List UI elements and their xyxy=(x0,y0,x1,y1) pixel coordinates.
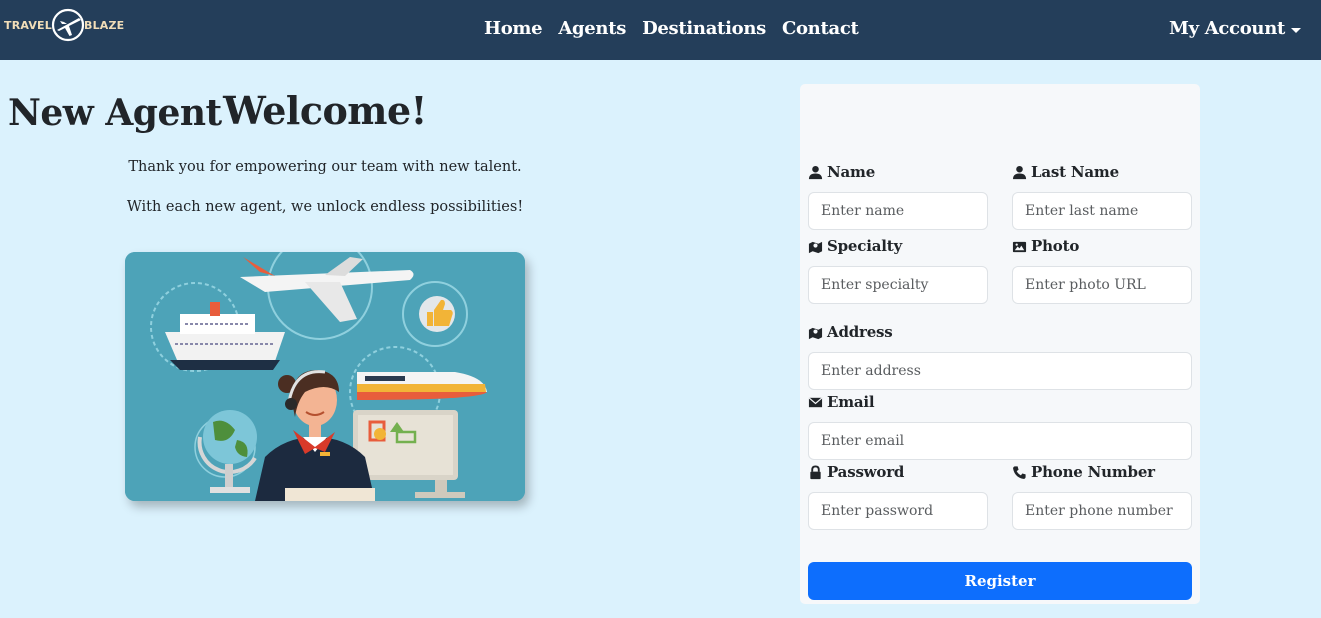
brand-left: TRAVEL xyxy=(4,18,52,32)
caret-down-icon xyxy=(1291,27,1301,33)
specialty-label: Specialty xyxy=(808,237,902,255)
email-label-text: Email xyxy=(827,393,875,411)
phone-label-text: Phone Number xyxy=(1031,463,1155,481)
my-account-label: My Account xyxy=(1168,18,1285,39)
brand-logo[interactable]: TRAVEL BLAZE xyxy=(4,6,136,44)
map-icon xyxy=(808,241,823,253)
envelope-icon xyxy=(808,396,823,407)
password-label-text: Password xyxy=(827,463,905,481)
welcome-line-1: Thank you for empowering our team with n… xyxy=(128,159,522,175)
map-icon xyxy=(808,327,823,339)
lock-icon xyxy=(810,464,821,479)
name-label: Name xyxy=(808,163,875,181)
name-input[interactable] xyxy=(808,192,988,230)
last-name-label-text: Last Name xyxy=(1031,163,1119,181)
my-account-dropdown[interactable]: My Account xyxy=(1169,14,1301,44)
person-icon xyxy=(808,165,823,179)
person-icon xyxy=(1012,165,1027,179)
register-button[interactable]: Register xyxy=(808,562,1192,600)
photo-label: Photo xyxy=(1012,237,1079,255)
phone-icon xyxy=(1013,465,1026,479)
address-label: Address xyxy=(808,323,893,341)
specialty-label-text: Specialty xyxy=(827,237,902,255)
main-nav: Home Agents Destinations Contact xyxy=(484,14,859,44)
brand-right: BLAZE xyxy=(83,18,125,32)
password-label: Password xyxy=(808,463,904,481)
email-label: Email xyxy=(808,393,875,411)
specialty-input[interactable] xyxy=(808,266,988,304)
phone-label: Phone Number xyxy=(1012,463,1155,481)
nav-home[interactable]: Home xyxy=(484,14,543,44)
nav-agents[interactable]: Agents xyxy=(558,14,626,44)
last-name-label: Last Name xyxy=(1012,163,1119,181)
name-label-text: Name xyxy=(827,163,876,181)
form-title: New Agent xyxy=(8,92,222,134)
travel-agent-illustration xyxy=(125,252,525,501)
address-input[interactable] xyxy=(808,352,1192,390)
image-icon xyxy=(1012,241,1027,252)
photo-url-input[interactable] xyxy=(1012,266,1192,304)
nav-contact[interactable]: Contact xyxy=(782,14,859,44)
photo-label-text: Photo xyxy=(1031,237,1080,255)
last-name-input[interactable] xyxy=(1012,192,1192,230)
address-label-text: Address xyxy=(827,323,893,341)
welcome-line-2: With each new agent, we unlock endless p… xyxy=(126,199,524,215)
phone-input[interactable] xyxy=(1012,492,1192,530)
password-input[interactable] xyxy=(808,492,988,530)
email-input[interactable] xyxy=(808,422,1192,460)
nav-destinations[interactable]: Destinations xyxy=(642,14,766,44)
airplane-logo-icon xyxy=(51,8,85,42)
navbar: TRAVEL BLAZE Home Agents Destinations Co… xyxy=(0,0,1321,60)
